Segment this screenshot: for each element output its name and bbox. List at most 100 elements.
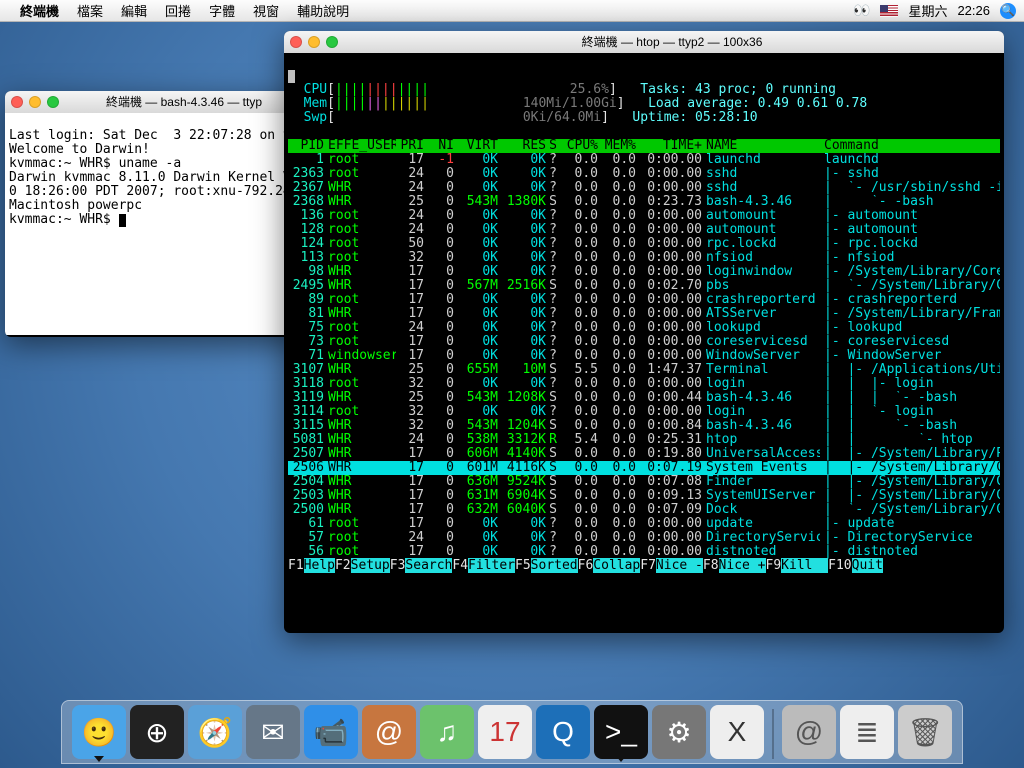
menu-edit[interactable]: 編輯 bbox=[121, 1, 147, 20]
htop-title: 終端機 — htop — ttyp2 — 100x36 bbox=[346, 35, 998, 49]
dock-itunes-icon[interactable]: ♫ bbox=[420, 705, 474, 759]
fkey-f5[interactable]: F5Sorted bbox=[515, 559, 578, 573]
fkey-f2[interactable]: F2Setup bbox=[335, 559, 390, 573]
htop-body[interactable]: CPU[|||||||||||| 25.6%] Tasks: 43 proc; … bbox=[284, 53, 1004, 631]
process-row[interactable]: 2363root2400K0K?0.00.00:00.00sshd|- sshd bbox=[288, 167, 1000, 181]
dock-sysprefs-icon[interactable]: ⚙ bbox=[652, 705, 706, 759]
process-row[interactable]: 2368WHR250543M1380KS0.00.00:23.73bash-4.… bbox=[288, 195, 1000, 209]
process-row[interactable]: 81WHR1700K0K?0.00.00:00.00ATSServer|- /S… bbox=[288, 307, 1000, 321]
dock-terminal-icon[interactable]: >_ bbox=[594, 705, 648, 759]
close-icon[interactable] bbox=[11, 96, 23, 108]
process-row[interactable]: 71windowser1700K0K?0.00.00:00.00WindowSe… bbox=[288, 349, 1000, 363]
fkey-f1[interactable]: F1Help bbox=[288, 559, 335, 573]
bash-window[interactable]: 終端機 — bash-4.3.46 — ttyp Last login: Sat… bbox=[5, 91, 307, 337]
dock-mail-icon[interactable]: ✉ bbox=[246, 705, 300, 759]
bash-prompt: kvmmac:~ WHR$ bbox=[9, 212, 119, 227]
process-row[interactable]: 113root3200K0K?0.00.00:00.00nfsiod|- nfs… bbox=[288, 251, 1000, 265]
htop-fkeys[interactable]: F1HelpF2SetupF3SearchF4FilterF5SortedF6C… bbox=[288, 559, 1000, 573]
dock-doc-icon[interactable]: ≣ bbox=[840, 705, 894, 759]
bash-titlebar[interactable]: 終端機 — bash-4.3.46 — ttyp bbox=[5, 91, 307, 113]
fkey-f6[interactable]: F6Collap bbox=[578, 559, 641, 573]
dock[interactable]: 🙂⊕🧭✉📹@♫17Q>_⚙X@≣🗑 bbox=[61, 700, 963, 764]
process-row[interactable]: 57root2400K0K?0.00.00:00.00DirectoryServ… bbox=[288, 531, 1000, 545]
dock-addressbook-icon[interactable]: @ bbox=[362, 705, 416, 759]
dock-dashboard-icon[interactable]: ⊕ bbox=[130, 705, 184, 759]
bash-title: 終端機 — bash-4.3.46 — ttyp bbox=[67, 95, 301, 109]
process-row[interactable]: 128root2400K0K?0.00.00:00.00automount|- … bbox=[288, 223, 1000, 237]
minimize-icon[interactable] bbox=[29, 96, 41, 108]
clock-time[interactable]: 22:26 bbox=[957, 3, 990, 18]
app-menu[interactable]: 終端機 bbox=[20, 1, 59, 20]
binoculars-icon[interactable]: 👀 bbox=[853, 2, 870, 19]
zoom-icon[interactable] bbox=[326, 36, 338, 48]
close-icon[interactable] bbox=[290, 36, 302, 48]
process-row[interactable]: 5081WHR240538M3312KR5.40.00:25.31htop| |… bbox=[288, 433, 1000, 447]
fkey-f4[interactable]: F4Filter bbox=[452, 559, 515, 573]
bash-line: Welcome to Darwin! bbox=[9, 142, 150, 157]
menu-window[interactable]: 視窗 bbox=[253, 1, 279, 20]
process-row[interactable]: 3118root3200K0K?0.00.00:00.00login| | |-… bbox=[288, 377, 1000, 391]
dock-ical-icon[interactable]: 17 bbox=[478, 705, 532, 759]
dock-trash-icon[interactable]: 🗑 bbox=[898, 705, 952, 759]
fkey-f10[interactable]: F10Quit bbox=[828, 559, 883, 573]
mem-meter-value: 140Mi/1.00Gi bbox=[523, 96, 617, 111]
running-indicator-icon bbox=[616, 756, 626, 762]
htop-titlebar[interactable]: 終端機 — htop — ttyp2 — 100x36 bbox=[284, 31, 1004, 53]
process-row[interactable]: 2504WHR170636M9524KS0.00.00:07.08Finder|… bbox=[288, 475, 1000, 489]
dock-safari-icon[interactable]: 🧭 bbox=[188, 705, 242, 759]
process-row[interactable]: 75root2400K0K?0.00.00:00.00lookupd|- loo… bbox=[288, 321, 1000, 335]
process-row[interactable]: 2507WHR170606M4140KS0.00.00:19.80Univers… bbox=[288, 447, 1000, 461]
bash-line: Darwin kvmmac 8.11.0 Darwin Kernel Ver bbox=[9, 170, 306, 185]
input-flag-icon[interactable] bbox=[880, 5, 898, 17]
menu-file[interactable]: 檔案 bbox=[77, 1, 103, 20]
dock-site-icon[interactable]: @ bbox=[782, 705, 836, 759]
process-row[interactable]: 2500WHR170632M6040KS0.00.00:07.09Dock| `… bbox=[288, 503, 1000, 517]
htop-header-row: PIDEFFE_USERPRINIVIRTRESSCPU%MEM%TIME+NA… bbox=[288, 139, 1000, 153]
swp-meter-label: Swp bbox=[304, 110, 327, 125]
swp-meter-value: 0Ki/64.0Mi bbox=[523, 110, 601, 125]
menu-scroll[interactable]: 回捲 bbox=[165, 1, 191, 20]
process-row[interactable]: 56root1700K0K?0.00.00:00.00distnoted|- d… bbox=[288, 545, 1000, 559]
cpu-meter-value: 25.6% bbox=[570, 82, 609, 97]
fkey-f8[interactable]: F8Nice + bbox=[703, 559, 766, 573]
process-row[interactable]: 2503WHR170631M6904KS0.00.00:09.13SystemU… bbox=[288, 489, 1000, 503]
process-row[interactable]: 124root5000K0K?0.00.00:00.00rpc.lockd|- … bbox=[288, 237, 1000, 251]
dock-quicktime-icon[interactable]: Q bbox=[536, 705, 590, 759]
process-row[interactable]: 3114root3200K0K?0.00.00:00.00login| | `-… bbox=[288, 405, 1000, 419]
process-row[interactable]: 61root1700K0K?0.00.00:00.00update|- upda… bbox=[288, 517, 1000, 531]
process-row[interactable]: 3107WHR250655M10MS5.50.01:47.37Terminal|… bbox=[288, 363, 1000, 377]
process-row[interactable]: 1root17-10K0K?0.00.00:00.00launchdlaunch… bbox=[288, 153, 1000, 167]
clock-day[interactable]: 星期六 bbox=[908, 1, 947, 20]
dock-x11-icon[interactable]: X bbox=[710, 705, 764, 759]
loadavg-text: Load average: 0.49 0.61 0.78 bbox=[648, 96, 867, 111]
menu-help[interactable]: 輔助說明 bbox=[297, 1, 349, 20]
fkey-f7[interactable]: F7Nice - bbox=[640, 559, 703, 573]
process-row[interactable]: 89root1700K0K?0.00.00:00.00crashreporter… bbox=[288, 293, 1000, 307]
cpu-meter-label: CPU bbox=[304, 82, 327, 97]
bash-line: kvmmac:~ WHR$ uname -a bbox=[9, 156, 181, 171]
zoom-icon[interactable] bbox=[47, 96, 59, 108]
process-row[interactable]: 73root1700K0K?0.00.00:00.00coreservicesd… bbox=[288, 335, 1000, 349]
process-row[interactable]: 2367WHR2400K0K?0.00.00:00.00sshd| `- /us… bbox=[288, 181, 1000, 195]
dock-finder-icon[interactable]: 🙂 bbox=[72, 705, 126, 759]
process-row[interactable]: 3115WHR320543M1204KS0.00.00:00.84bash-4.… bbox=[288, 419, 1000, 433]
fkey-f3[interactable]: F3Search bbox=[390, 559, 453, 573]
process-row[interactable]: 98WHR1700K0K?0.00.00:00.00loginwindow|- … bbox=[288, 265, 1000, 279]
bash-line: Macintosh powerpc bbox=[9, 198, 142, 213]
running-indicator-icon bbox=[94, 756, 104, 762]
tasks-text: Tasks: 43 proc; 0 running bbox=[640, 82, 836, 97]
process-row[interactable]: 3119WHR250543M1208KS0.00.00:00.44bash-4.… bbox=[288, 391, 1000, 405]
process-row[interactable]: 136root2400K0K?0.00.00:00.00automount|- … bbox=[288, 209, 1000, 223]
htop-window[interactable]: 終端機 — htop — ttyp2 — 100x36 CPU[||||||||… bbox=[284, 31, 1004, 633]
dock-ichat-icon[interactable]: 📹 bbox=[304, 705, 358, 759]
process-row[interactable]: 2495WHR170567M2516KS0.00.00:02.70pbs| `-… bbox=[288, 279, 1000, 293]
bash-body[interactable]: Last login: Sat Dec 3 22:07:28 on tty We… bbox=[5, 113, 307, 335]
spotlight-icon[interactable]: 🔍 bbox=[1000, 3, 1016, 19]
process-row[interactable]: 2506WHR170601M4116KS0.00.00:07.19System … bbox=[288, 461, 1000, 475]
minimize-icon[interactable] bbox=[308, 36, 320, 48]
fkey-f9[interactable]: F9Kill bbox=[766, 559, 829, 573]
bash-line: 0 18:26:00 PDT 2007; root:xnu-792.24.1 bbox=[9, 184, 306, 199]
menu-font[interactable]: 字體 bbox=[209, 1, 235, 20]
menubar[interactable]: 終端機 檔案 編輯 回捲 字體 視窗 輔助說明 👀 星期六 22:26 🔍 bbox=[0, 0, 1024, 22]
cursor-icon bbox=[288, 70, 295, 83]
